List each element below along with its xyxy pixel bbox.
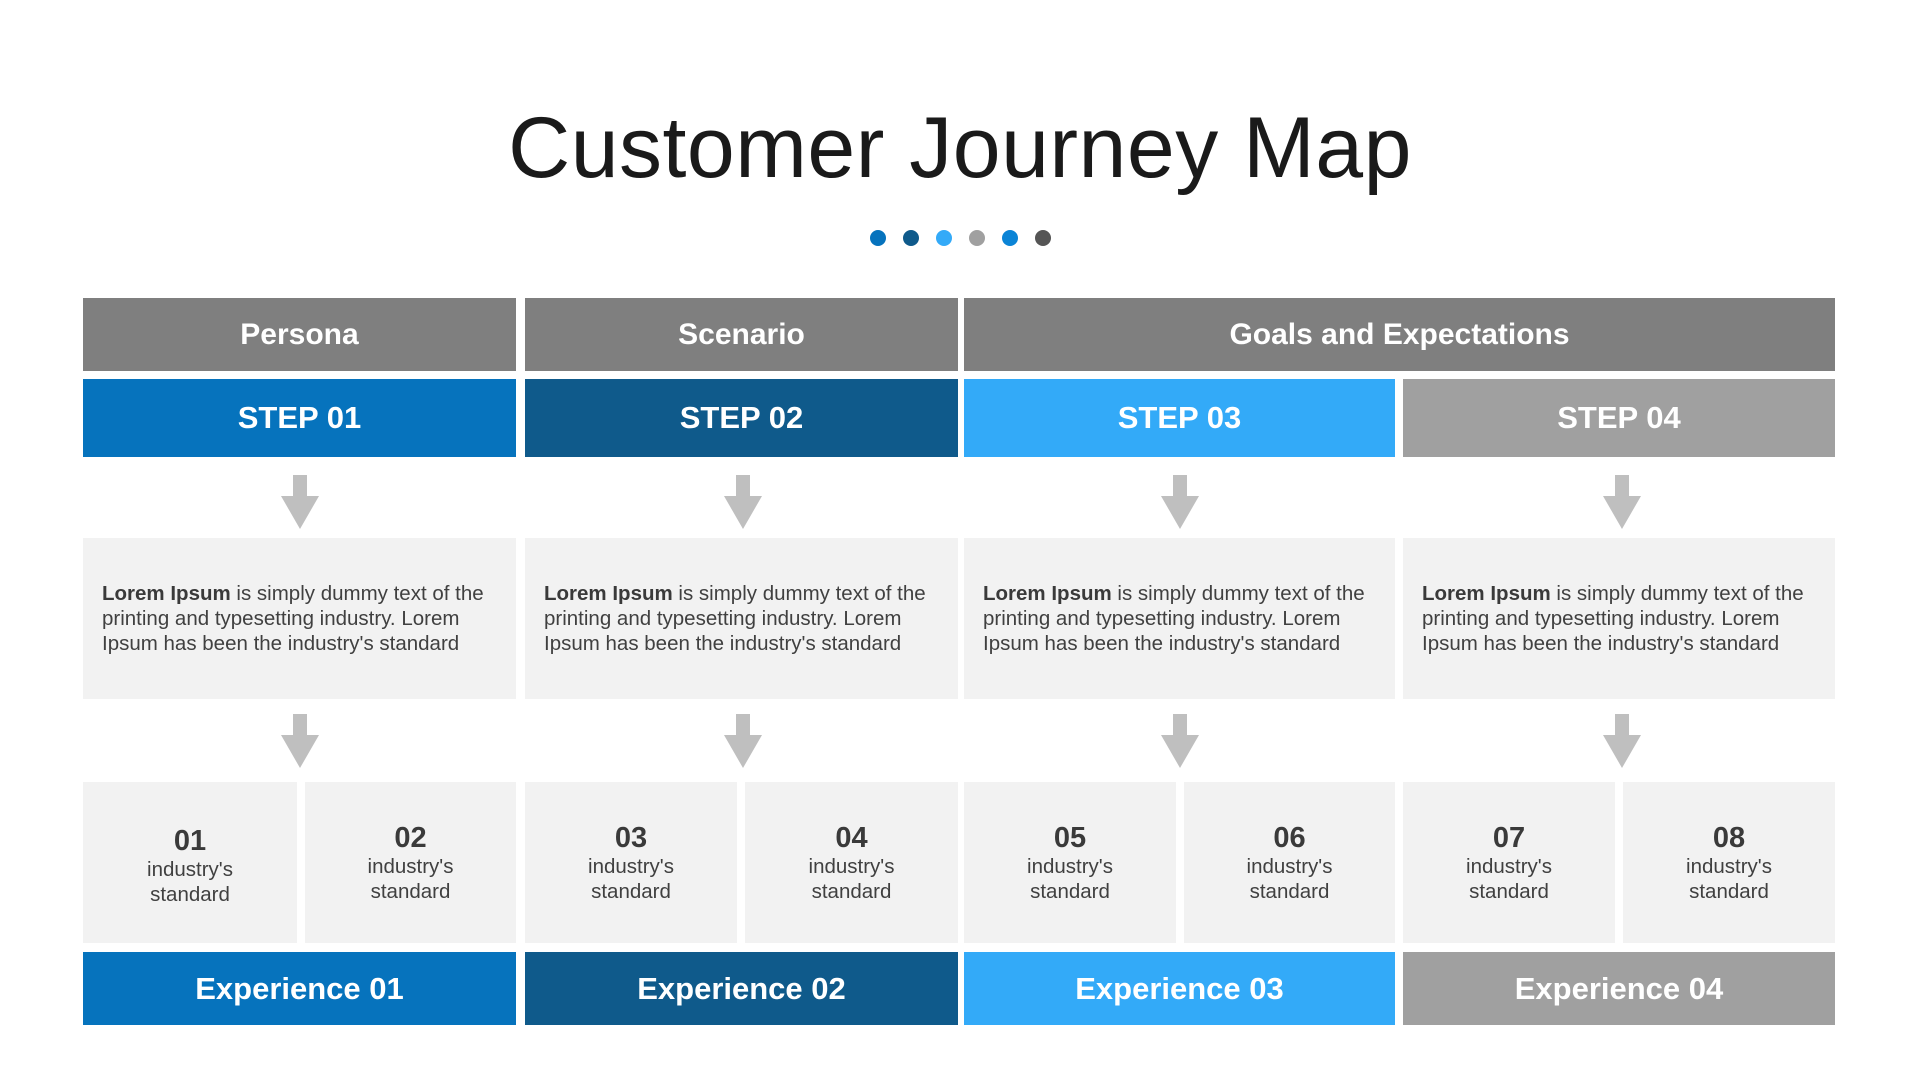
- item-card-05: 05 industry's standard: [964, 782, 1176, 943]
- item-label: industry's: [588, 854, 674, 878]
- item-number: 03: [614, 821, 648, 854]
- item-label: industry's: [1246, 854, 1333, 878]
- experience-03: Experience 03: [964, 952, 1395, 1025]
- experience-01: Experience 01: [83, 952, 516, 1025]
- description-bold: Lorem Ipsum: [983, 582, 1112, 605]
- item-label: standard: [370, 879, 451, 903]
- header-scenario: Scenario: [525, 298, 958, 371]
- dot-4: [968, 230, 985, 246]
- description-text: Lorem Ipsum is simply dummy text of the …: [983, 581, 1381, 656]
- description-text: Lorem Ipsum is simply dummy text of the …: [1422, 581, 1821, 656]
- description-box-4: Lorem Ipsum is simply dummy text of the …: [1403, 538, 1835, 699]
- item-label: industry's: [147, 857, 233, 881]
- description-box-1: Lorem Ipsum is simply dummy text of the …: [83, 538, 516, 699]
- item-number: 05: [1053, 821, 1087, 854]
- page-title: Customer Journey Map: [508, 100, 1412, 196]
- arrow-down-icon: [1161, 714, 1199, 768]
- item-card-01: 01 industry's standard: [83, 782, 297, 943]
- step-03: STEP 03: [964, 379, 1395, 457]
- arrow-down-icon: [1161, 475, 1199, 529]
- item-label: standard: [591, 879, 671, 903]
- item-card-04: 04 industry's standard: [745, 782, 958, 943]
- experience-02: Experience 02: [525, 952, 958, 1025]
- item-label: industry's: [1027, 854, 1113, 878]
- header-goals-expectations: Goals and Expectations: [964, 298, 1835, 371]
- arrow-down-icon: [1603, 714, 1641, 768]
- item-number: 04: [835, 821, 868, 854]
- item-card-02: 02 industry's standard: [305, 782, 516, 943]
- description-bold: Lorem Ipsum: [544, 582, 673, 605]
- step-02: STEP 02: [525, 379, 958, 457]
- decorative-dots: [0, 230, 1920, 246]
- dot-2: [902, 230, 919, 246]
- item-label: industry's: [1466, 854, 1552, 878]
- dot-1: [869, 230, 886, 246]
- description-box-3: Lorem Ipsum is simply dummy text of the …: [964, 538, 1395, 699]
- dot-5: [1001, 230, 1018, 246]
- item-label: industry's: [808, 854, 895, 878]
- arrow-down-icon: [281, 714, 319, 768]
- description-text: Lorem Ipsum is simply dummy text of the …: [544, 581, 944, 656]
- item-label: standard: [811, 879, 892, 903]
- arrow-down-icon: [1603, 475, 1641, 529]
- item-card-08: 08 industry's standard: [1623, 782, 1835, 943]
- header-persona: Persona: [83, 298, 516, 371]
- arrow-down-icon: [724, 714, 762, 768]
- description-bold: Lorem Ipsum: [102, 582, 231, 605]
- item-label: standard: [1249, 879, 1330, 903]
- item-number: 02: [394, 821, 427, 854]
- dot-3: [935, 230, 952, 246]
- item-label: industry's: [1686, 854, 1772, 878]
- item-card-03: 03 industry's standard: [525, 782, 737, 943]
- step-04: STEP 04: [1403, 379, 1835, 457]
- item-label: standard: [1689, 879, 1769, 903]
- item-card-06: 06 industry's standard: [1184, 782, 1395, 943]
- item-number: 06: [1273, 821, 1306, 854]
- experience-04: Experience 04: [1403, 952, 1835, 1025]
- dot-6: [1034, 230, 1051, 246]
- arrow-down-icon: [281, 475, 319, 529]
- item-label: industry's: [367, 854, 454, 878]
- description-box-2: Lorem Ipsum is simply dummy text of the …: [525, 538, 958, 699]
- item-card-07: 07 industry's standard: [1403, 782, 1615, 943]
- item-label: standard: [1469, 879, 1549, 903]
- arrow-down-icon: [724, 475, 762, 529]
- item-number: 01: [173, 824, 207, 857]
- item-label: standard: [1030, 879, 1110, 903]
- description-bold: Lorem Ipsum: [1422, 582, 1551, 605]
- item-number: 07: [1492, 821, 1526, 854]
- description-text: Lorem Ipsum is simply dummy text of the …: [102, 581, 502, 656]
- item-number: 08: [1712, 821, 1746, 854]
- step-01: STEP 01: [83, 379, 516, 457]
- item-label: standard: [150, 882, 230, 906]
